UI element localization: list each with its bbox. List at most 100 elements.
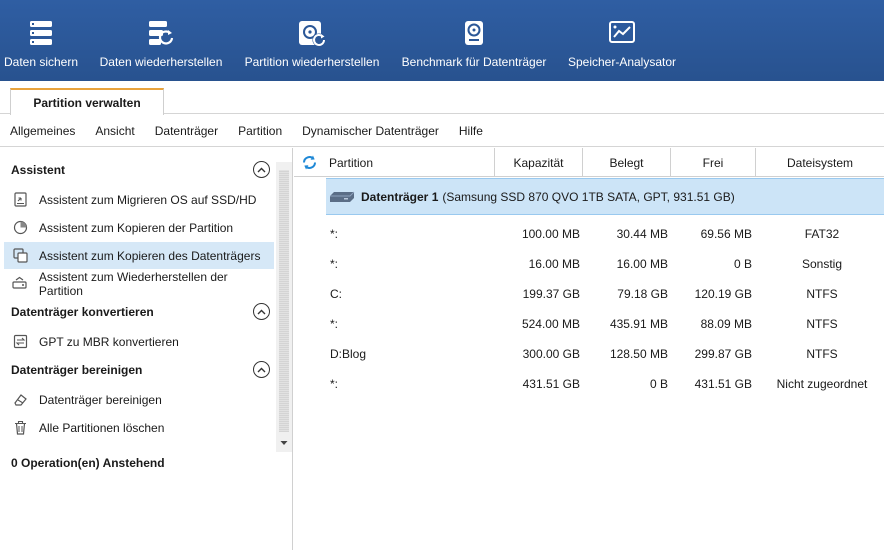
action-gpt-to-mbr-label: GPT zu MBR konvertieren (39, 334, 179, 349)
refresh-icon[interactable] (301, 154, 318, 171)
operations-panel: Assistent Assistent zum Migrieren OS auf… (0, 148, 293, 550)
table-row[interactable]: C: 199.37 GB 79.18 GB 120.19 GB NTFS (326, 279, 884, 309)
copy-disk-icon (12, 248, 28, 264)
copy-partition-icon (12, 220, 28, 236)
column-header-capacity[interactable]: Kapazität (495, 148, 583, 177)
action-delete-all-partitions[interactable]: Alle Partitionen löschen (4, 414, 274, 441)
toolbar-partition-recovery-button[interactable]: Partition wiederherstellen (244, 0, 380, 81)
chevron-up-icon (257, 167, 266, 172)
section-convert-header: Datenträger konvertieren (0, 300, 276, 324)
wizard-migrate-os-label: Assistent zum Migrieren OS auf SSD/HD (39, 192, 257, 207)
toolbar-data-recovery-button[interactable]: Daten wiederherstellen (100, 0, 222, 81)
wizard-migrate-os[interactable]: Assistent zum Migrieren OS auf SSD/HD (4, 186, 274, 213)
cell-free: 299.87 GB (694, 347, 752, 361)
action-delete-all-partitions-label: Alle Partitionen löschen (39, 420, 165, 435)
cell-free: 0 B (733, 257, 752, 271)
cell-partition: C: (330, 287, 342, 301)
toolbar-disk-benchmark-label: Benchmark für Datenträger (401, 55, 547, 69)
column-header-used[interactable]: Belegt (583, 148, 671, 177)
action-wipe-disk[interactable]: Datenträger bereinigen (4, 386, 274, 413)
cell-used: 128.50 MB (609, 347, 668, 361)
cell-capacity: 300.00 GB (522, 347, 580, 361)
menu-disk[interactable]: Datenträger (145, 124, 228, 138)
scrollbar-thumb[interactable] (279, 170, 289, 432)
left-panel-scrollbar[interactable] (276, 162, 292, 452)
menu-dynamic-disk[interactable]: Dynamischer Datenträger (292, 124, 449, 138)
menu-help[interactable]: Hilfe (449, 124, 493, 138)
disk-benchmark-icon (459, 18, 489, 48)
toolbar-backup-label: Daten sichern (3, 55, 79, 69)
migrate-os-icon (12, 192, 28, 208)
data-recovery-icon (146, 18, 176, 48)
section-wizard-header: Assistent (0, 158, 276, 182)
section-clean-title: Datenträger bereinigen (11, 363, 143, 377)
chevron-up-icon (257, 309, 266, 314)
column-header-free[interactable]: Frei (671, 148, 756, 177)
section-clean-header: Datenträger bereinigen (0, 358, 276, 382)
table-row[interactable]: *: 524.00 MB 435.91 MB 88.09 MB NTFS (326, 309, 884, 339)
action-gpt-to-mbr[interactable]: GPT zu MBR konvertieren (4, 328, 274, 355)
menu-bar: Allgemeines Ansicht Datenträger Partitio… (0, 115, 884, 147)
table-row[interactable]: *: 100.00 MB 30.44 MB 69.56 MB FAT32 (326, 219, 884, 249)
menu-general[interactable]: Allgemeines (0, 124, 85, 138)
cell-free: 88.09 MB (700, 317, 752, 331)
cell-capacity: 100.00 MB (521, 227, 580, 241)
toolbar-space-analyzer-button[interactable]: Speicher-Analysator (567, 0, 677, 81)
column-header-partition[interactable]: Partition (324, 148, 495, 177)
cell-capacity: 524.00 MB (521, 317, 580, 331)
cell-capacity: 16.00 MB (528, 257, 580, 271)
collapse-wizard-button[interactable] (253, 161, 270, 178)
menu-view[interactable]: Ansicht (85, 124, 144, 138)
table-row[interactable]: *: 431.51 GB 0 B 431.51 GB Nicht zugeord… (326, 369, 884, 399)
tab-partition-manage[interactable]: Partition verwalten (10, 88, 164, 115)
space-analyzer-icon (607, 18, 637, 48)
cell-partition: *: (330, 317, 339, 331)
toolbar-partition-recovery-label: Partition wiederherstellen (244, 55, 380, 69)
toolbar-data-recovery-label: Daten wiederherstellen (99, 55, 223, 69)
collapse-convert-button[interactable] (253, 303, 270, 320)
cell-partition: *: (330, 257, 339, 271)
cell-free: 69.56 MB (700, 227, 752, 241)
cell-capacity: 199.37 GB (522, 287, 580, 301)
scroll-down-arrow-icon[interactable] (280, 440, 288, 446)
table-header: Partition Kapazität Belegt Frei Dateisys… (294, 148, 884, 177)
cell-partition: *: (330, 377, 339, 391)
convert-icon (12, 334, 28, 350)
section-convert-title: Datenträger konvertieren (11, 305, 154, 319)
disk-info: (Samsung SSD 870 QVO 1TB SATA, GPT, 931.… (442, 189, 735, 204)
table-row[interactable]: D:Blog 300.00 GB 128.50 MB 299.87 GB NTF… (326, 339, 884, 369)
cell-partition: D:Blog (330, 347, 367, 361)
partition-recovery-icon (297, 18, 327, 48)
cell-partition: *: (330, 227, 339, 241)
trash-icon (12, 420, 28, 436)
menu-partition[interactable]: Partition (228, 124, 292, 138)
disk-row-1[interactable]: Datenträger 1 (Samsung SSD 870 QVO 1TB S… (326, 178, 884, 215)
action-wipe-disk-label: Datenträger bereinigen (39, 392, 162, 407)
partition-recovery-wizard-icon (12, 276, 28, 292)
toolbar-space-analyzer-label: Speicher-Analysator (567, 55, 677, 69)
tab-strip: Partition verwalten (0, 81, 884, 115)
wizard-partition-recovery[interactable]: Assistent zum Wiederherstellen der Parti… (4, 269, 274, 298)
toolbar-backup-button[interactable]: Daten sichern (4, 0, 78, 81)
wizard-copy-disk[interactable]: Assistent zum Kopieren des Datenträgers (4, 242, 274, 269)
cell-filesystem: NTFS (806, 317, 838, 331)
wizard-copy-disk-label: Assistent zum Kopieren des Datenträgers (39, 248, 261, 263)
wizard-copy-partition-label: Assistent zum Kopieren der Partition (39, 220, 234, 235)
collapse-clean-button[interactable] (253, 361, 270, 378)
cell-free: 431.51 GB (694, 377, 752, 391)
pending-operations: 0 Operation(en) Anstehend (11, 456, 165, 470)
wizard-copy-partition[interactable]: Assistent zum Kopieren der Partition (4, 214, 274, 241)
eraser-icon (12, 392, 28, 408)
cell-capacity: 431.51 GB (522, 377, 580, 391)
table-row[interactable]: *: 16.00 MB 16.00 MB 0 B Sonstig (326, 249, 884, 279)
partition-table: Partition Kapazität Belegt Frei Dateisys… (294, 148, 884, 550)
wizard-partition-recovery-label: Assistent zum Wiederherstellen der Parti… (38, 269, 228, 298)
backup-icon (26, 18, 56, 48)
section-wizard-title: Assistent (11, 163, 66, 177)
main-toolbar: Daten sichern Daten wiederherstellen Par… (0, 0, 884, 81)
cell-used: 435.91 MB (609, 317, 668, 331)
column-header-filesystem[interactable]: Dateisystem (756, 148, 884, 177)
cell-filesystem: NTFS (806, 287, 838, 301)
toolbar-disk-benchmark-button[interactable]: Benchmark für Datenträger (402, 0, 546, 81)
cell-used: 30.44 MB (616, 227, 668, 241)
